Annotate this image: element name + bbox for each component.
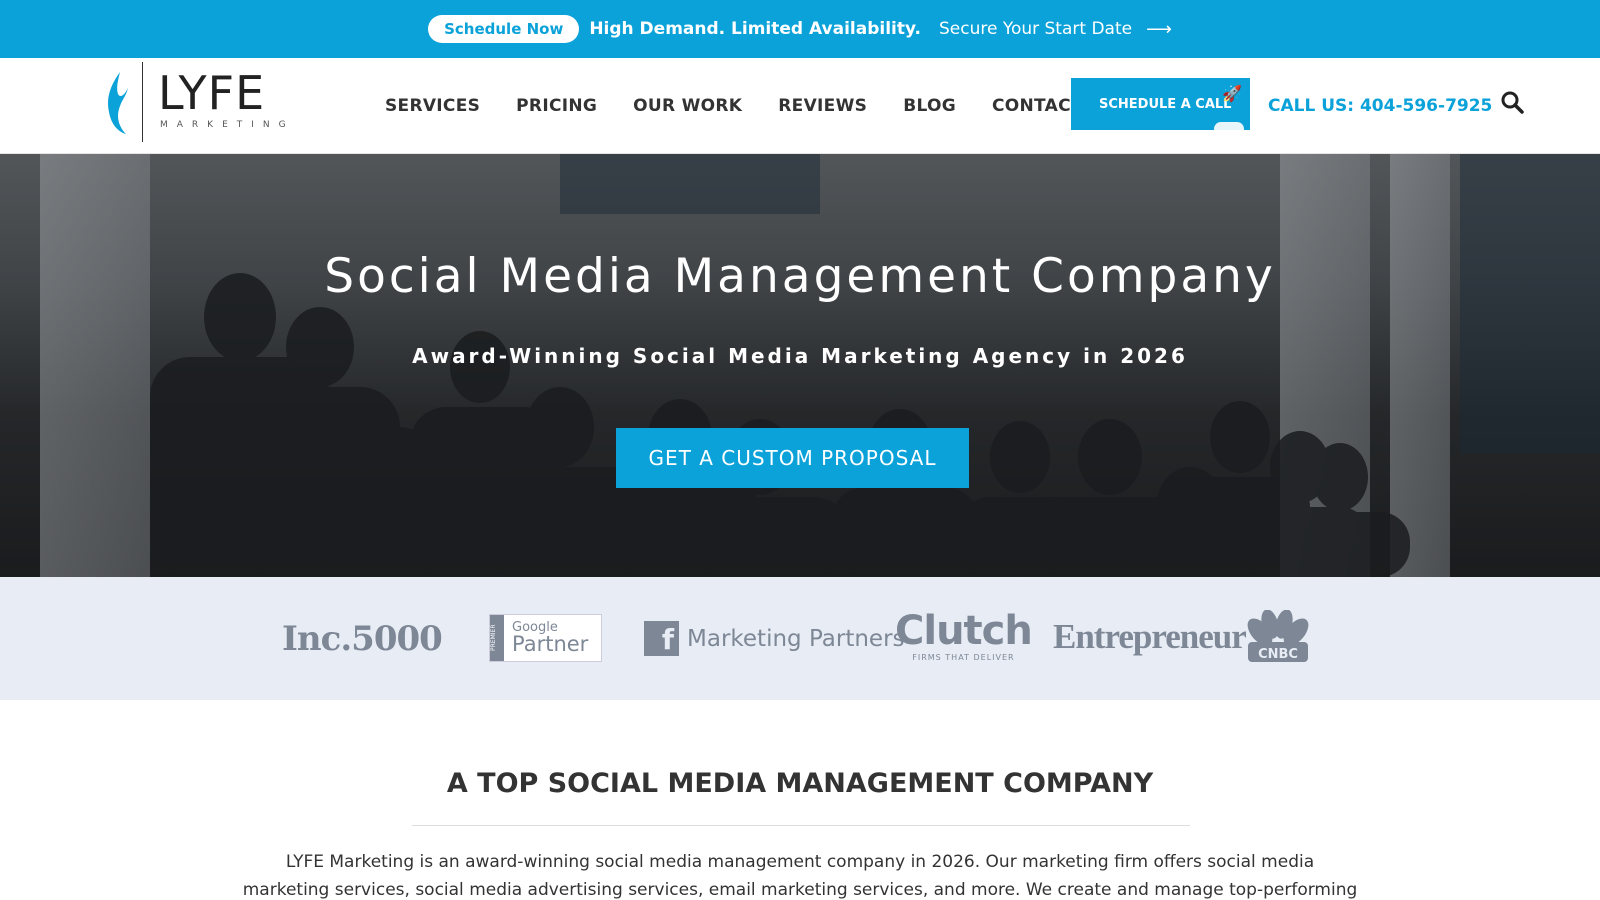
announcement-bar[interactable]: Schedule Now High Demand. Limited Availa… bbox=[0, 0, 1600, 58]
site-header: LYFE MARKETING SERVICES PRICING OUR WORK… bbox=[0, 58, 1600, 154]
google-partner-logo: PREMIER Google Partner bbox=[489, 614, 602, 662]
nav-our-work[interactable]: OUR WORK bbox=[633, 96, 742, 116]
search-icon[interactable] bbox=[1500, 90, 1524, 114]
cnbc-logo: CNBC bbox=[1247, 610, 1309, 662]
schedule-a-call-label: SCHEDULE A CALL bbox=[1099, 96, 1232, 112]
high-demand-text: High Demand. Limited Availability. bbox=[589, 19, 921, 39]
marketing-partners-text: Marketing Partners bbox=[687, 625, 905, 652]
get-custom-proposal-button[interactable]: GET A CUSTOM PROPOSAL bbox=[616, 428, 969, 488]
section-paragraph: LYFE Marketing is an award-winning socia… bbox=[242, 852, 1358, 900]
nav-pricing[interactable]: PRICING bbox=[516, 96, 597, 116]
schedule-a-call-button[interactable]: SCHEDULE A CALL 🚀 bbox=[1071, 78, 1250, 130]
nav-reviews[interactable]: REVIEWS bbox=[778, 96, 867, 116]
building-window bbox=[560, 154, 820, 214]
nav-contact[interactable]: CONTACT bbox=[992, 96, 1083, 116]
clutch-logo: Clutch FIRMS THAT DELIVER bbox=[895, 608, 1033, 662]
logo-wordmark: LYFE bbox=[158, 66, 266, 120]
cnbc-text: CNBC bbox=[1258, 647, 1298, 662]
hero-subtitle: Award-Winning Social Media Marketing Age… bbox=[412, 344, 1188, 368]
inc5000-logo: Inc.5000 bbox=[282, 619, 443, 659]
google-partner-big: Partner bbox=[512, 632, 589, 656]
nav-services[interactable]: SERVICES bbox=[385, 96, 480, 116]
long-arrow-right-icon: ⟶ bbox=[1146, 18, 1172, 40]
facebook-icon: f bbox=[644, 621, 679, 656]
rocket-icon: 🚀 bbox=[1222, 84, 1242, 103]
logo-subtext: MARKETING bbox=[160, 120, 295, 130]
schedule-now-pill[interactable]: Schedule Now bbox=[428, 15, 580, 43]
press-logo-strip: Inc.5000 PREMIER Google Partner f Market… bbox=[0, 577, 1600, 700]
clutch-wordmark: Clutch bbox=[895, 608, 1033, 654]
logo-divider bbox=[142, 62, 143, 142]
clutch-tagline: FIRMS THAT DELIVER bbox=[912, 653, 1015, 662]
team-photo-silhouettes bbox=[150, 273, 1410, 577]
lyfe-marketing-logo[interactable]: LYFE MARKETING bbox=[106, 62, 286, 142]
hero-title: Social Media Management Company bbox=[324, 249, 1276, 304]
section-divider bbox=[412, 825, 1190, 826]
flame-icon bbox=[108, 72, 128, 134]
google-premier-label: PREMIER bbox=[490, 615, 504, 661]
main-nav: SERVICES PRICING OUR WORK REVIEWS BLOG C… bbox=[385, 58, 1083, 154]
section-heading: A TOP SOCIAL MEDIA MANAGEMENT COMPANY bbox=[446, 768, 1154, 799]
nav-blog[interactable]: BLOG bbox=[903, 96, 956, 116]
hero-banner: Social Media Management Company Award-Wi… bbox=[0, 154, 1600, 577]
facebook-marketing-partners-logo: f Marketing Partners bbox=[644, 621, 905, 656]
cloud-decoration bbox=[1214, 122, 1244, 130]
call-us-phone-link[interactable]: CALL US: 404-596-7925 bbox=[1268, 58, 1492, 154]
entrepreneur-logo: Entrepreneur bbox=[1053, 617, 1247, 656]
secure-start-date-link[interactable]: Secure Your Start Date bbox=[939, 19, 1132, 39]
